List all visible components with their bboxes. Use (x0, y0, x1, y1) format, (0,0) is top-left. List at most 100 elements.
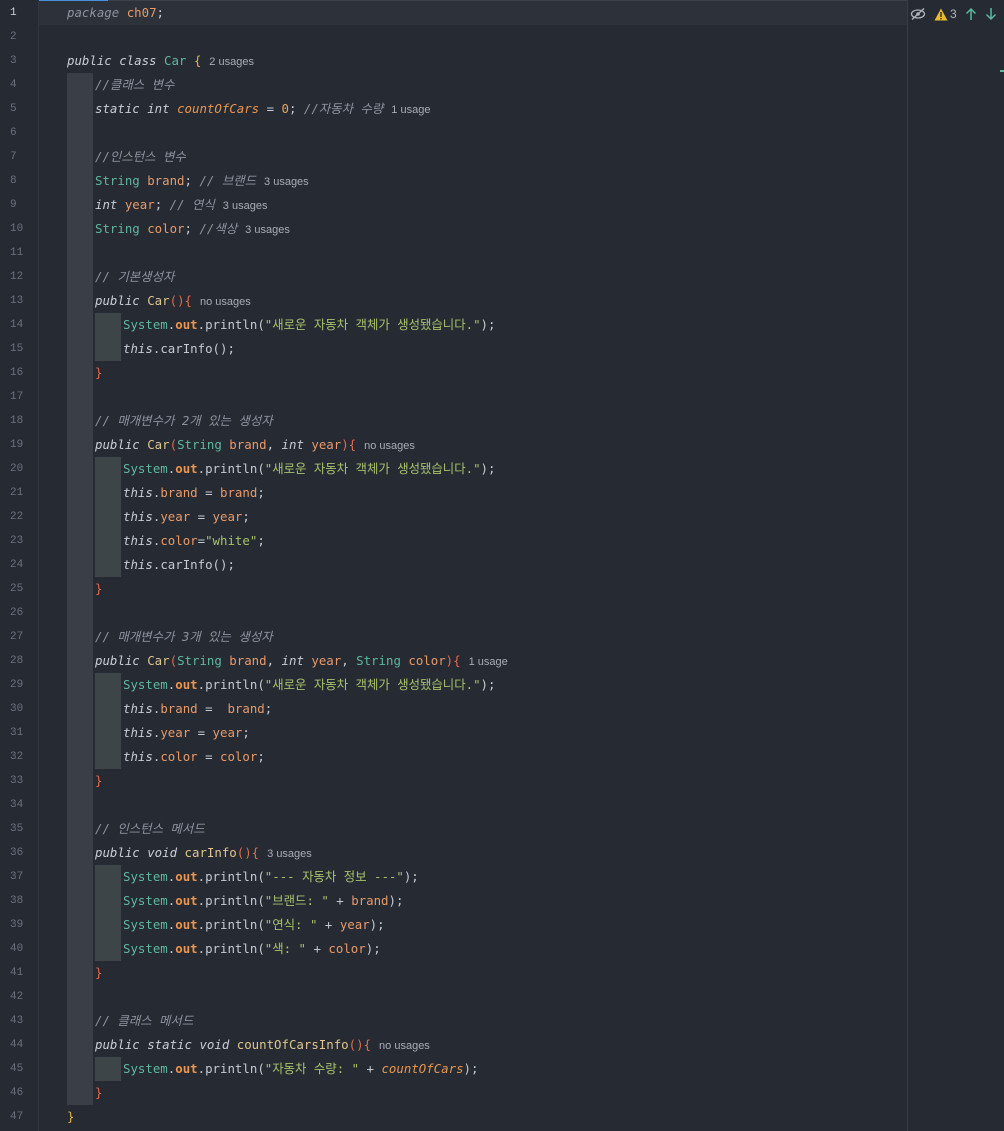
line-number[interactable]: 33 (0, 769, 38, 793)
line-number[interactable]: 27 (0, 625, 38, 649)
code-line[interactable]: 43 // 클래스 메서드 (0, 1009, 1004, 1033)
code-line[interactable]: 47} (0, 1105, 1004, 1129)
line-number[interactable]: 43 (0, 1009, 38, 1033)
code-text[interactable]: } (95, 769, 102, 793)
code-line[interactable]: 10 String color; //색상 3 usages (0, 217, 1004, 241)
line-number[interactable]: 38 (0, 889, 38, 913)
code-line[interactable]: 25} (0, 577, 1004, 601)
line-number[interactable]: 1 (0, 1, 38, 25)
code-line[interactable]: 24 this.carInfo(); (0, 553, 1004, 577)
code-text[interactable]: System.out.println("연식: " + year); (123, 913, 385, 937)
line-number[interactable]: 47 (0, 1105, 38, 1129)
code-text[interactable]: this.carInfo(); (123, 337, 235, 361)
code-line[interactable]: 4 //클래스 변수 (0, 73, 1004, 97)
line-number[interactable]: 34 (0, 793, 38, 817)
line-number[interactable]: 10 (0, 217, 38, 241)
code-line[interactable]: 35 // 인스턴스 메서드 (0, 817, 1004, 841)
line-number[interactable]: 5 (0, 97, 38, 121)
line-number[interactable]: 37 (0, 865, 38, 889)
code-text[interactable]: package ch07; (67, 1, 164, 25)
code-text[interactable]: System.out.println("브랜드: " + brand); (123, 889, 403, 913)
code-line[interactable]: 9 int year; // 연식 3 usages (0, 193, 1004, 217)
code-line[interactable]: 27 // 매개변수가 3개 있는 생성자 (0, 625, 1004, 649)
line-number[interactable]: 4 (0, 73, 38, 97)
code-line[interactable]: 17 (0, 385, 1004, 409)
code-text[interactable]: public void carInfo(){3 usages (95, 841, 312, 866)
line-number[interactable]: 14 (0, 313, 38, 337)
code-line[interactable]: 39 System.out.println("연식: " + year); (0, 913, 1004, 937)
code-line[interactable]: 14 System.out.println("새로운 자동차 객체가 생성됐습니다… (0, 313, 1004, 337)
eye-slash-icon[interactable] (910, 7, 926, 21)
code-line[interactable]: 11 (0, 241, 1004, 265)
line-number[interactable]: 3 (0, 49, 38, 73)
line-number[interactable]: 22 (0, 505, 38, 529)
code-line[interactable]: 36 public void carInfo(){3 usages (0, 841, 1004, 865)
scrollbar-change-marker[interactable] (1000, 70, 1004, 72)
code-text[interactable]: public Car(String brand, int year, Strin… (95, 649, 508, 674)
code-text[interactable]: int year; // 연식 3 usages (95, 193, 267, 218)
line-number[interactable]: 19 (0, 433, 38, 457)
line-number[interactable]: 31 (0, 721, 38, 745)
line-number[interactable]: 20 (0, 457, 38, 481)
line-number[interactable]: 9 (0, 193, 38, 217)
line-number[interactable]: 41 (0, 961, 38, 985)
code-line[interactable]: 30 this.brand = brand; (0, 697, 1004, 721)
usages-inlay-hint[interactable]: no usages (200, 296, 251, 308)
arrow-down-icon[interactable] (985, 7, 997, 21)
code-line[interactable]: 21 this.brand = brand; (0, 481, 1004, 505)
code-text[interactable]: this.year = year; (123, 721, 250, 745)
code-line[interactable]: 16} (0, 361, 1004, 385)
code-line[interactable]: 7 //인스턴스 변수 (0, 145, 1004, 169)
line-number[interactable]: 28 (0, 649, 38, 673)
code-text[interactable]: } (95, 1081, 102, 1105)
line-number[interactable]: 35 (0, 817, 38, 841)
code-line[interactable]: 6 (0, 121, 1004, 145)
line-number[interactable]: 40 (0, 937, 38, 961)
code-line[interactable]: 19 public Car(String brand, int year){no … (0, 433, 1004, 457)
code-text[interactable]: System.out.println("색: " + color); (123, 937, 381, 961)
line-number[interactable]: 29 (0, 673, 38, 697)
line-number[interactable]: 6 (0, 121, 38, 145)
code-line[interactable]: 18 // 매개변수가 2개 있는 생성자 (0, 409, 1004, 433)
code-line[interactable]: 46} (0, 1081, 1004, 1105)
line-number[interactable]: 2 (0, 25, 38, 49)
code-line[interactable]: 41} (0, 961, 1004, 985)
code-text[interactable]: // 기본생성자 (95, 265, 174, 289)
line-number[interactable]: 39 (0, 913, 38, 937)
code-line[interactable]: 1 package ch07; (0, 1, 1004, 25)
line-number[interactable]: 16 (0, 361, 38, 385)
code-line[interactable]: 42 (0, 985, 1004, 1009)
code-text[interactable]: System.out.println("새로운 자동차 객체가 생성됐습니다."… (123, 457, 495, 481)
line-number[interactable]: 32 (0, 745, 38, 769)
inspection-widget[interactable]: 3 (910, 4, 1004, 24)
code-text[interactable]: // 매개변수가 2개 있는 생성자 (95, 409, 273, 433)
line-number[interactable]: 24 (0, 553, 38, 577)
code-line[interactable]: 33} (0, 769, 1004, 793)
arrow-up-icon[interactable] (965, 7, 977, 21)
code-text[interactable]: this.carInfo(); (123, 553, 235, 577)
line-number[interactable]: 44 (0, 1033, 38, 1057)
code-text[interactable]: //클래스 변수 (95, 73, 174, 97)
code-text[interactable]: this.brand = brand; (123, 697, 272, 721)
code-text[interactable]: } (67, 1105, 74, 1129)
code-text[interactable]: String color; //색상 3 usages (95, 217, 290, 242)
line-number[interactable]: 36 (0, 841, 38, 865)
line-number[interactable]: 15 (0, 337, 38, 361)
usages-inlay-hint[interactable]: no usages (364, 440, 415, 452)
line-number[interactable]: 45 (0, 1057, 38, 1081)
code-text[interactable]: } (95, 961, 102, 985)
code-line[interactable]: 29 System.out.println("새로운 자동차 객체가 생성됐습니다… (0, 673, 1004, 697)
usages-inlay-hint[interactable]: 3 usages (223, 200, 268, 212)
code-editor[interactable]: 1 package ch07; 2 3 public class Car {2 usag… (0, 0, 1004, 1131)
usages-inlay-hint[interactable]: 3 usages (264, 176, 309, 188)
code-text[interactable]: public Car(){no usages (95, 289, 251, 314)
line-number[interactable]: 23 (0, 529, 38, 553)
line-number[interactable]: 17 (0, 385, 38, 409)
line-number[interactable]: 13 (0, 289, 38, 313)
code-line[interactable]: 23 this.color="white"; (0, 529, 1004, 553)
usages-inlay-hint[interactable]: 3 usages (245, 224, 290, 236)
code-text[interactable]: this.color = color; (123, 745, 265, 769)
code-line[interactable]: 37 System.out.println("--- 자동차 정보 ---"); (0, 865, 1004, 889)
code-text[interactable]: // 인스턴스 메서드 (95, 817, 205, 841)
code-line[interactable]: 26 (0, 601, 1004, 625)
